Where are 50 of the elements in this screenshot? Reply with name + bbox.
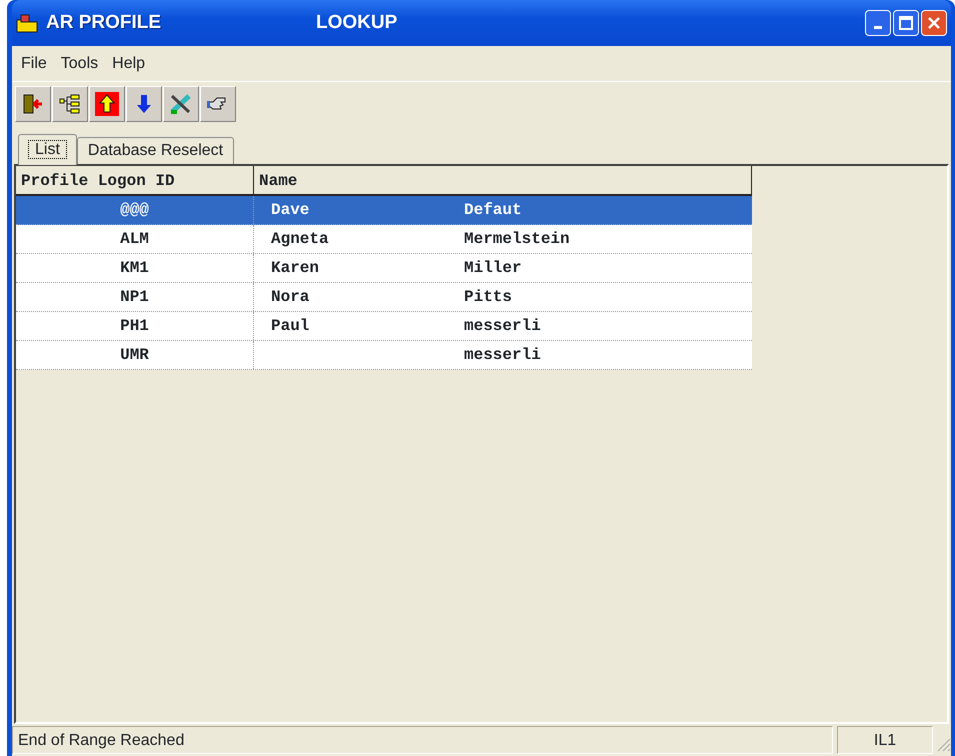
table-cell-text: ALM — [120, 229, 149, 250]
toolbar-button[interactable] — [15, 86, 51, 122]
menu-item[interactable]: Tools — [56, 52, 104, 76]
table-cell: Dave — [271, 201, 310, 219]
tab[interactable]: Database Reselect — [76, 137, 234, 164]
toolbar-button[interactable] — [163, 86, 199, 122]
close-button[interactable] — [921, 10, 947, 36]
window-subtitle: LOOKUP — [316, 10, 398, 35]
toolbar-button[interactable] — [89, 86, 125, 122]
maximize-icon — [899, 16, 913, 30]
table-cell: Agneta — [271, 230, 329, 248]
menu-item[interactable]: Help — [107, 52, 150, 76]
table-row[interactable]: UMR messerli — [16, 341, 752, 370]
table-cell-text: NP1 — [120, 287, 149, 308]
table-row[interactable]: ALM Agneta Mermelstein — [16, 225, 752, 254]
status-code: IL1 — [837, 726, 933, 754]
window-title: AR PROFILE — [46, 10, 162, 35]
table-cell-text: @@@ — [120, 200, 149, 221]
table-cell: Nora — [271, 288, 310, 306]
table-cell: messerli — [464, 346, 541, 364]
door-arrow-icon — [21, 92, 45, 116]
toolbar-button[interactable] — [126, 86, 162, 122]
table-cell: messerli — [464, 317, 541, 335]
table-cell-text: PH1 — [120, 316, 149, 337]
maximize-button[interactable] — [893, 10, 919, 36]
minimize-button[interactable] — [865, 10, 891, 36]
tab[interactable]: List — [18, 134, 77, 165]
tools-icon — [169, 92, 193, 116]
menu-item[interactable]: File — [16, 52, 52, 76]
app-icon — [16, 13, 38, 33]
tree-icon — [58, 92, 82, 116]
table-row[interactable]: @@@ Dave Defaut — [16, 196, 752, 225]
table-row[interactable]: NP1 Nora Pitts — [16, 283, 752, 312]
table-cell: Karen — [271, 259, 320, 277]
table-cell-text: KM1 — [120, 258, 149, 279]
close-icon — [927, 16, 941, 30]
table-cell: Mermelstein — [464, 230, 570, 248]
table-cell: Pitts — [464, 288, 512, 306]
table-cell-text: UMR — [120, 345, 149, 366]
table-cell: Defaut — [464, 201, 522, 219]
table-cell: Paul — [271, 317, 310, 335]
minimize-icon — [874, 26, 882, 29]
table-cell: Miller — [464, 259, 522, 277]
column-header: Profile Logon ID — [16, 166, 254, 194]
toolbar-button[interactable] — [52, 86, 88, 122]
table-row[interactable]: KM1 Karen Miller — [16, 254, 752, 283]
toolbar-button[interactable] — [200, 86, 236, 122]
status-message: End of Range Reached — [12, 726, 833, 754]
column-header: Name — [254, 166, 752, 194]
table-row[interactable]: PH1 Paul messerli — [16, 312, 752, 341]
